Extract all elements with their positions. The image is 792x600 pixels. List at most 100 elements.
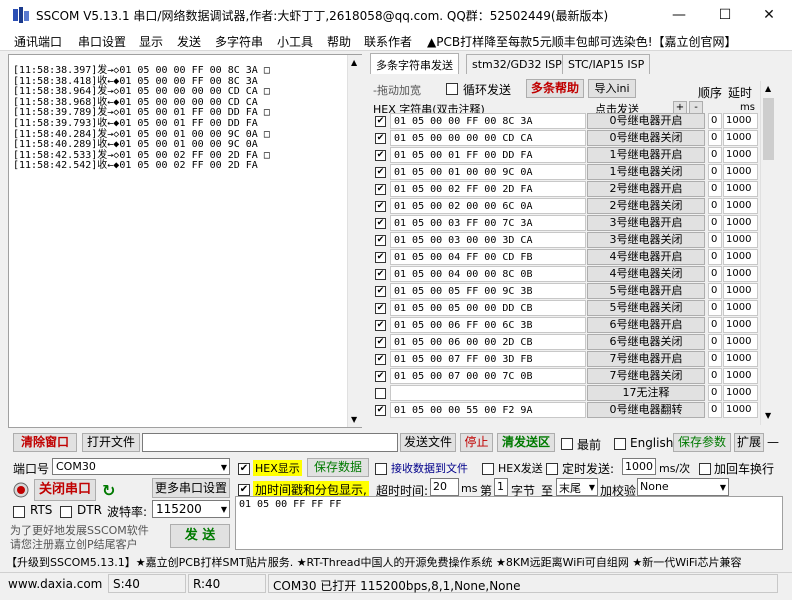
send-file-button[interactable]: 发送文件 [400, 433, 456, 452]
timed-send-input[interactable]: 1000 [622, 458, 656, 475]
tab-stc-isp[interactable]: STC/IAP15 ISP [562, 54, 651, 74]
row-hex-input[interactable]: 01 05 00 00 55 00 F2 9A [390, 402, 586, 418]
row-enable-checkbox[interactable] [375, 388, 386, 399]
menu-display[interactable]: 显示 [139, 33, 163, 50]
recv-to-file-checkbox[interactable] [375, 461, 387, 475]
row-enable-checkbox[interactable]: ✔ [375, 286, 386, 297]
loop-send-check-box[interactable] [446, 82, 458, 95]
nth-input[interactable]: 1 [494, 478, 508, 496]
row-send-button[interactable]: 4号继电器开启 [587, 249, 705, 265]
multi-help-button[interactable]: 多条帮助 [526, 79, 584, 98]
row-send-button[interactable]: 5号继电器开启 [587, 283, 705, 299]
row-enable-checkbox[interactable]: ✔ [375, 405, 386, 416]
row-send-button[interactable]: 0号继电器翻转 [587, 402, 705, 418]
promo-marquee[interactable]: 【升级到SSCOM5.13.1】★嘉立创PCB打样SMT贴片服务. ★RT-Th… [0, 552, 792, 570]
row-delay-input[interactable]: 1000 [723, 334, 758, 350]
row-delay-input[interactable]: 1000 [723, 130, 758, 146]
tab-multi-string[interactable]: 多条字符串发送 [370, 53, 459, 74]
row-hex-input[interactable]: 01 05 00 04 FF 00 CD FB [390, 249, 586, 265]
to-select[interactable]: 末尾 ▼ [556, 478, 598, 496]
row-delay-input[interactable]: 1000 [723, 215, 758, 231]
row-order-input[interactable]: 0 [708, 164, 722, 180]
receive-scrollbar[interactable]: ▲ ▼ [347, 55, 362, 427]
row-order-input[interactable]: 0 [708, 266, 722, 282]
menu-help[interactable]: 帮助 [327, 33, 351, 50]
row-order-input[interactable]: 0 [708, 317, 722, 333]
row-order-input[interactable]: 0 [708, 283, 722, 299]
row-send-button[interactable]: 0号继电器关闭 [587, 130, 705, 146]
send-button[interactable]: 发 送 [170, 524, 230, 548]
add-crlf-checkbox[interactable] [699, 461, 711, 475]
hex-send-check-box[interactable] [482, 462, 494, 475]
dtr-checkbox[interactable] [60, 504, 72, 518]
row-enable-checkbox[interactable]: ✔ [375, 337, 386, 348]
row-hex-input[interactable]: 01 05 00 01 00 00 9C 0A [390, 164, 586, 180]
row-enable-checkbox[interactable]: ✔ [375, 218, 386, 229]
refresh-icon[interactable]: ↻ [102, 481, 115, 500]
send-data-input[interactable]: 01 05 00 FF FF FF [235, 496, 783, 550]
timed-send-checkbox[interactable] [546, 461, 558, 475]
row-send-button[interactable]: 17无注释 [587, 385, 705, 401]
row-delay-input[interactable]: 1000 [723, 147, 758, 163]
scroll-down-icon[interactable]: ▼ [351, 415, 357, 424]
maximize-button[interactable]: ☐ [702, 0, 748, 30]
loop-send-checkbox[interactable] [446, 81, 458, 95]
row-order-input[interactable]: 0 [708, 198, 722, 214]
timestamp-checkbox[interactable]: ✔ [238, 482, 250, 496]
row-order-input[interactable]: 0 [708, 385, 722, 401]
row-send-button[interactable]: 7号继电器关闭 [587, 368, 705, 384]
row-order-input[interactable]: 0 [708, 147, 722, 163]
row-delay-input[interactable]: 1000 [723, 266, 758, 282]
open-file-button[interactable]: 打开文件 [82, 433, 140, 452]
row-send-button[interactable]: 6号继电器关闭 [587, 334, 705, 350]
row-order-input[interactable]: 0 [708, 215, 722, 231]
english-check-box[interactable] [614, 437, 626, 450]
row-send-button[interactable]: 0号继电器开启 [587, 113, 705, 129]
status-website[interactable]: www.daxia.com [8, 577, 102, 591]
row-delay-input[interactable]: 1000 [723, 300, 758, 316]
row-delay-input[interactable]: 1000 [723, 385, 758, 401]
promo-line-2[interactable]: 请您注册嘉立创P结尾客户 [10, 536, 138, 552]
row-hex-input[interactable]: 01 05 00 02 FF 00 2D FA [390, 181, 586, 197]
hex-display-check-box[interactable]: ✔ [238, 462, 250, 475]
save-params-button[interactable]: 保存参数 [673, 433, 731, 452]
row-hex-input[interactable]: 01 05 00 02 00 00 6C 0A [390, 198, 586, 214]
row-hex-input[interactable]: 01 05 00 00 00 00 CD CA [390, 130, 586, 146]
row-hex-input[interactable]: 01 05 00 00 FF 00 8C 3A [390, 113, 586, 129]
row-delay-input[interactable]: 1000 [723, 181, 758, 197]
row-order-input[interactable]: 0 [708, 300, 722, 316]
row-send-button[interactable]: 3号继电器开启 [587, 215, 705, 231]
row-send-button[interactable]: 7号继电器开启 [587, 351, 705, 367]
row-delay-input[interactable]: 1000 [723, 317, 758, 333]
row-order-input[interactable]: 0 [708, 232, 722, 248]
recv-to-file-check-box[interactable] [375, 462, 387, 475]
scroll-up-icon[interactable]: ▲ [765, 84, 771, 93]
row-enable-checkbox[interactable]: ✔ [375, 116, 386, 127]
scroll-thumb[interactable] [763, 98, 774, 160]
row-send-button[interactable]: 2号继电器关闭 [587, 198, 705, 214]
row-enable-checkbox[interactable]: ✔ [375, 269, 386, 280]
row-delay-input[interactable]: 1000 [723, 368, 758, 384]
rts-check-box[interactable] [13, 505, 25, 518]
file-path-input[interactable] [142, 433, 398, 452]
row-enable-checkbox[interactable]: ✔ [375, 133, 386, 144]
collapse-button[interactable]: — [767, 435, 779, 449]
row-delay-input[interactable]: 1000 [723, 402, 758, 418]
close-port-button[interactable]: 关闭串口 [34, 479, 96, 501]
dtr-check-box[interactable] [60, 505, 72, 518]
close-button[interactable]: ✕ [746, 0, 792, 30]
menu-multi-string[interactable]: 多字符串 [215, 33, 263, 50]
row-delay-input[interactable]: 1000 [723, 198, 758, 214]
multi-string-scrollbar[interactable]: ▲ ▼ [760, 81, 776, 425]
row-order-input[interactable]: 0 [708, 334, 722, 350]
row-delay-input[interactable]: 1000 [723, 113, 758, 129]
row-hex-input[interactable]: 01 05 00 05 FF 00 9C 3B [390, 283, 586, 299]
row-enable-checkbox[interactable]: ✔ [375, 303, 386, 314]
row-send-button[interactable]: 1号继电器开启 [587, 147, 705, 163]
row-order-input[interactable]: 0 [708, 181, 722, 197]
row-send-button[interactable]: 5号继电器关闭 [587, 300, 705, 316]
row-enable-checkbox[interactable]: ✔ [375, 184, 386, 195]
row-hex-input[interactable]: 01 05 00 07 FF 00 3D FB [390, 351, 586, 367]
row-enable-checkbox[interactable]: ✔ [375, 252, 386, 263]
row-delay-input[interactable]: 1000 [723, 164, 758, 180]
